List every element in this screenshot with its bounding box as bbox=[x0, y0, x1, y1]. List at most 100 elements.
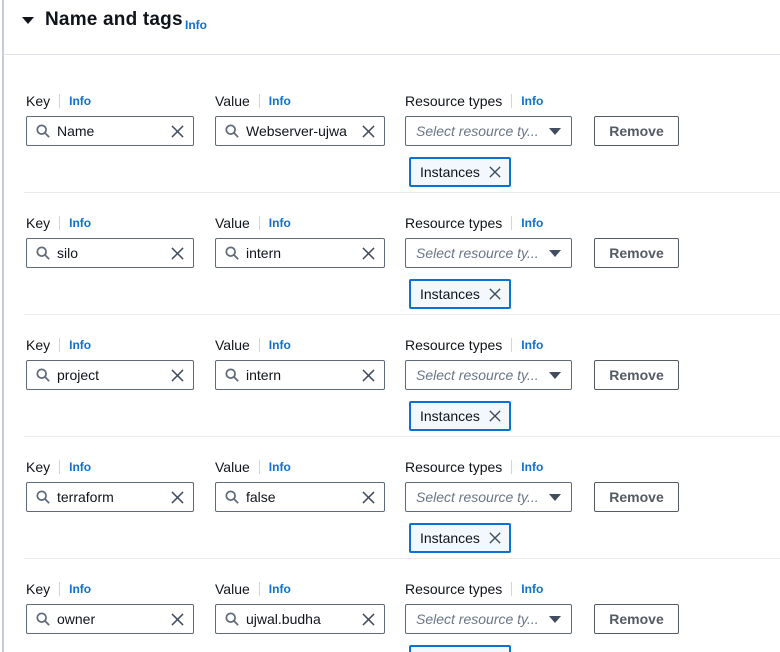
token-dismiss-icon[interactable] bbox=[489, 288, 501, 300]
token-dismiss-icon[interactable] bbox=[489, 166, 501, 178]
resource-types-info-link[interactable]: Info bbox=[521, 460, 543, 474]
resource-type-token: Instances bbox=[409, 279, 511, 309]
key-label: Key bbox=[26, 581, 51, 597]
resource-types-info-link[interactable]: Info bbox=[521, 582, 543, 596]
remove-button[interactable]: Remove bbox=[594, 238, 679, 268]
key-info-link[interactable]: Info bbox=[69, 94, 91, 108]
row-divider bbox=[24, 436, 780, 437]
tag-row: Key Info Value Info Resource types Info bbox=[0, 314, 780, 436]
row-labels: Key Info Value Info Resource types Info bbox=[0, 93, 780, 111]
resource-types-label: Resource types bbox=[405, 581, 503, 597]
tag-row: Key Info Value Info Resource types Info bbox=[0, 54, 780, 192]
search-icon bbox=[36, 124, 50, 138]
search-icon bbox=[225, 368, 239, 382]
value-field bbox=[215, 238, 385, 268]
value-input[interactable] bbox=[239, 245, 362, 261]
token-dismiss-icon[interactable] bbox=[489, 410, 501, 422]
label-separator bbox=[511, 582, 513, 596]
caret-down-icon bbox=[549, 615, 561, 623]
label-separator bbox=[59, 338, 61, 352]
remove-button[interactable]: Remove bbox=[594, 482, 679, 512]
resource-types-info-link[interactable]: Info bbox=[521, 94, 543, 108]
key-info-link[interactable]: Info bbox=[69, 216, 91, 230]
label-separator bbox=[59, 216, 61, 230]
label-separator bbox=[258, 338, 260, 352]
resource-types-placeholder: Select resource ty... bbox=[416, 123, 539, 139]
clear-key-icon[interactable] bbox=[171, 124, 184, 138]
section-info-link[interactable]: Info bbox=[185, 18, 207, 32]
value-input[interactable] bbox=[239, 611, 362, 627]
value-info-link[interactable]: Info bbox=[269, 460, 291, 474]
value-field bbox=[215, 116, 385, 146]
value-field bbox=[215, 482, 385, 512]
section-header: Name and tags Info bbox=[0, 0, 780, 54]
clear-key-icon[interactable] bbox=[171, 612, 184, 626]
value-info-link[interactable]: Info bbox=[269, 338, 291, 352]
value-input[interactable] bbox=[239, 367, 362, 383]
row-tokens: Instances bbox=[0, 401, 780, 431]
clear-value-icon[interactable] bbox=[362, 368, 375, 382]
tag-row: Key Info Value Info Resource types Info bbox=[0, 558, 780, 652]
collapse-caret-icon[interactable] bbox=[22, 17, 34, 24]
key-info-link[interactable]: Info bbox=[69, 338, 91, 352]
token-dismiss-icon[interactable] bbox=[489, 532, 501, 544]
clear-key-icon[interactable] bbox=[171, 490, 184, 504]
caret-down-icon bbox=[549, 371, 561, 379]
value-info-link[interactable]: Info bbox=[269, 582, 291, 596]
key-field bbox=[26, 604, 194, 634]
label-separator bbox=[258, 216, 260, 230]
resource-type-token: Instances bbox=[409, 523, 511, 553]
value-input[interactable] bbox=[239, 489, 362, 505]
clear-key-icon[interactable] bbox=[171, 368, 184, 382]
remove-button[interactable]: Remove bbox=[594, 116, 679, 146]
remove-button[interactable]: Remove bbox=[594, 360, 679, 390]
value-info-link[interactable]: Info bbox=[269, 94, 291, 108]
caret-down-icon bbox=[549, 249, 561, 257]
tag-rows-container: Key Info Value Info Resource types Info bbox=[0, 54, 780, 652]
row-labels: Key Info Value Info Resource types Info bbox=[0, 581, 780, 599]
key-input[interactable] bbox=[50, 123, 171, 139]
key-info-link[interactable]: Info bbox=[69, 582, 91, 596]
resource-types-placeholder: Select resource ty... bbox=[416, 611, 539, 627]
row-divider bbox=[24, 558, 780, 559]
tag-row: Key Info Value Info Resource types Info bbox=[0, 436, 780, 558]
label-separator bbox=[511, 460, 513, 474]
label-separator bbox=[511, 338, 513, 352]
clear-key-icon[interactable] bbox=[171, 246, 184, 260]
resource-types-info-link[interactable]: Info bbox=[521, 216, 543, 230]
search-icon bbox=[36, 612, 50, 626]
resource-types-select[interactable]: Select resource ty... bbox=[405, 604, 572, 634]
label-separator bbox=[258, 94, 260, 108]
value-input[interactable] bbox=[239, 123, 362, 139]
clear-value-icon[interactable] bbox=[362, 490, 375, 504]
clear-value-icon[interactable] bbox=[362, 124, 375, 138]
key-input[interactable] bbox=[50, 245, 171, 261]
row-tokens: Instances bbox=[0, 523, 780, 553]
clear-value-icon[interactable] bbox=[362, 246, 375, 260]
row-controls: Select resource ty... Remove bbox=[0, 238, 780, 268]
resource-types-label: Resource types bbox=[405, 93, 503, 109]
label-separator bbox=[511, 94, 513, 108]
key-input[interactable] bbox=[50, 611, 171, 627]
key-input[interactable] bbox=[50, 367, 171, 383]
key-field bbox=[26, 238, 194, 268]
value-label: Value bbox=[215, 93, 250, 109]
resource-types-select[interactable]: Select resource ty... bbox=[405, 238, 572, 268]
row-tokens: Instances bbox=[0, 279, 780, 309]
key-info-link[interactable]: Info bbox=[69, 460, 91, 474]
resource-types-select[interactable]: Select resource ty... bbox=[405, 482, 572, 512]
key-label: Key bbox=[26, 337, 51, 353]
resource-types-select[interactable]: Select resource ty... bbox=[405, 360, 572, 390]
clear-value-icon[interactable] bbox=[362, 612, 375, 626]
remove-button[interactable]: Remove bbox=[594, 604, 679, 634]
value-info-link[interactable]: Info bbox=[269, 216, 291, 230]
key-input[interactable] bbox=[50, 489, 171, 505]
key-label: Key bbox=[26, 459, 51, 475]
value-label: Value bbox=[215, 459, 250, 475]
resource-type-token: Instances bbox=[409, 401, 511, 431]
key-field bbox=[26, 116, 194, 146]
row-tokens: Instances bbox=[0, 157, 780, 187]
resource-types-select[interactable]: Select resource ty... bbox=[405, 116, 572, 146]
resource-types-placeholder: Select resource ty... bbox=[416, 367, 539, 383]
resource-types-info-link[interactable]: Info bbox=[521, 338, 543, 352]
